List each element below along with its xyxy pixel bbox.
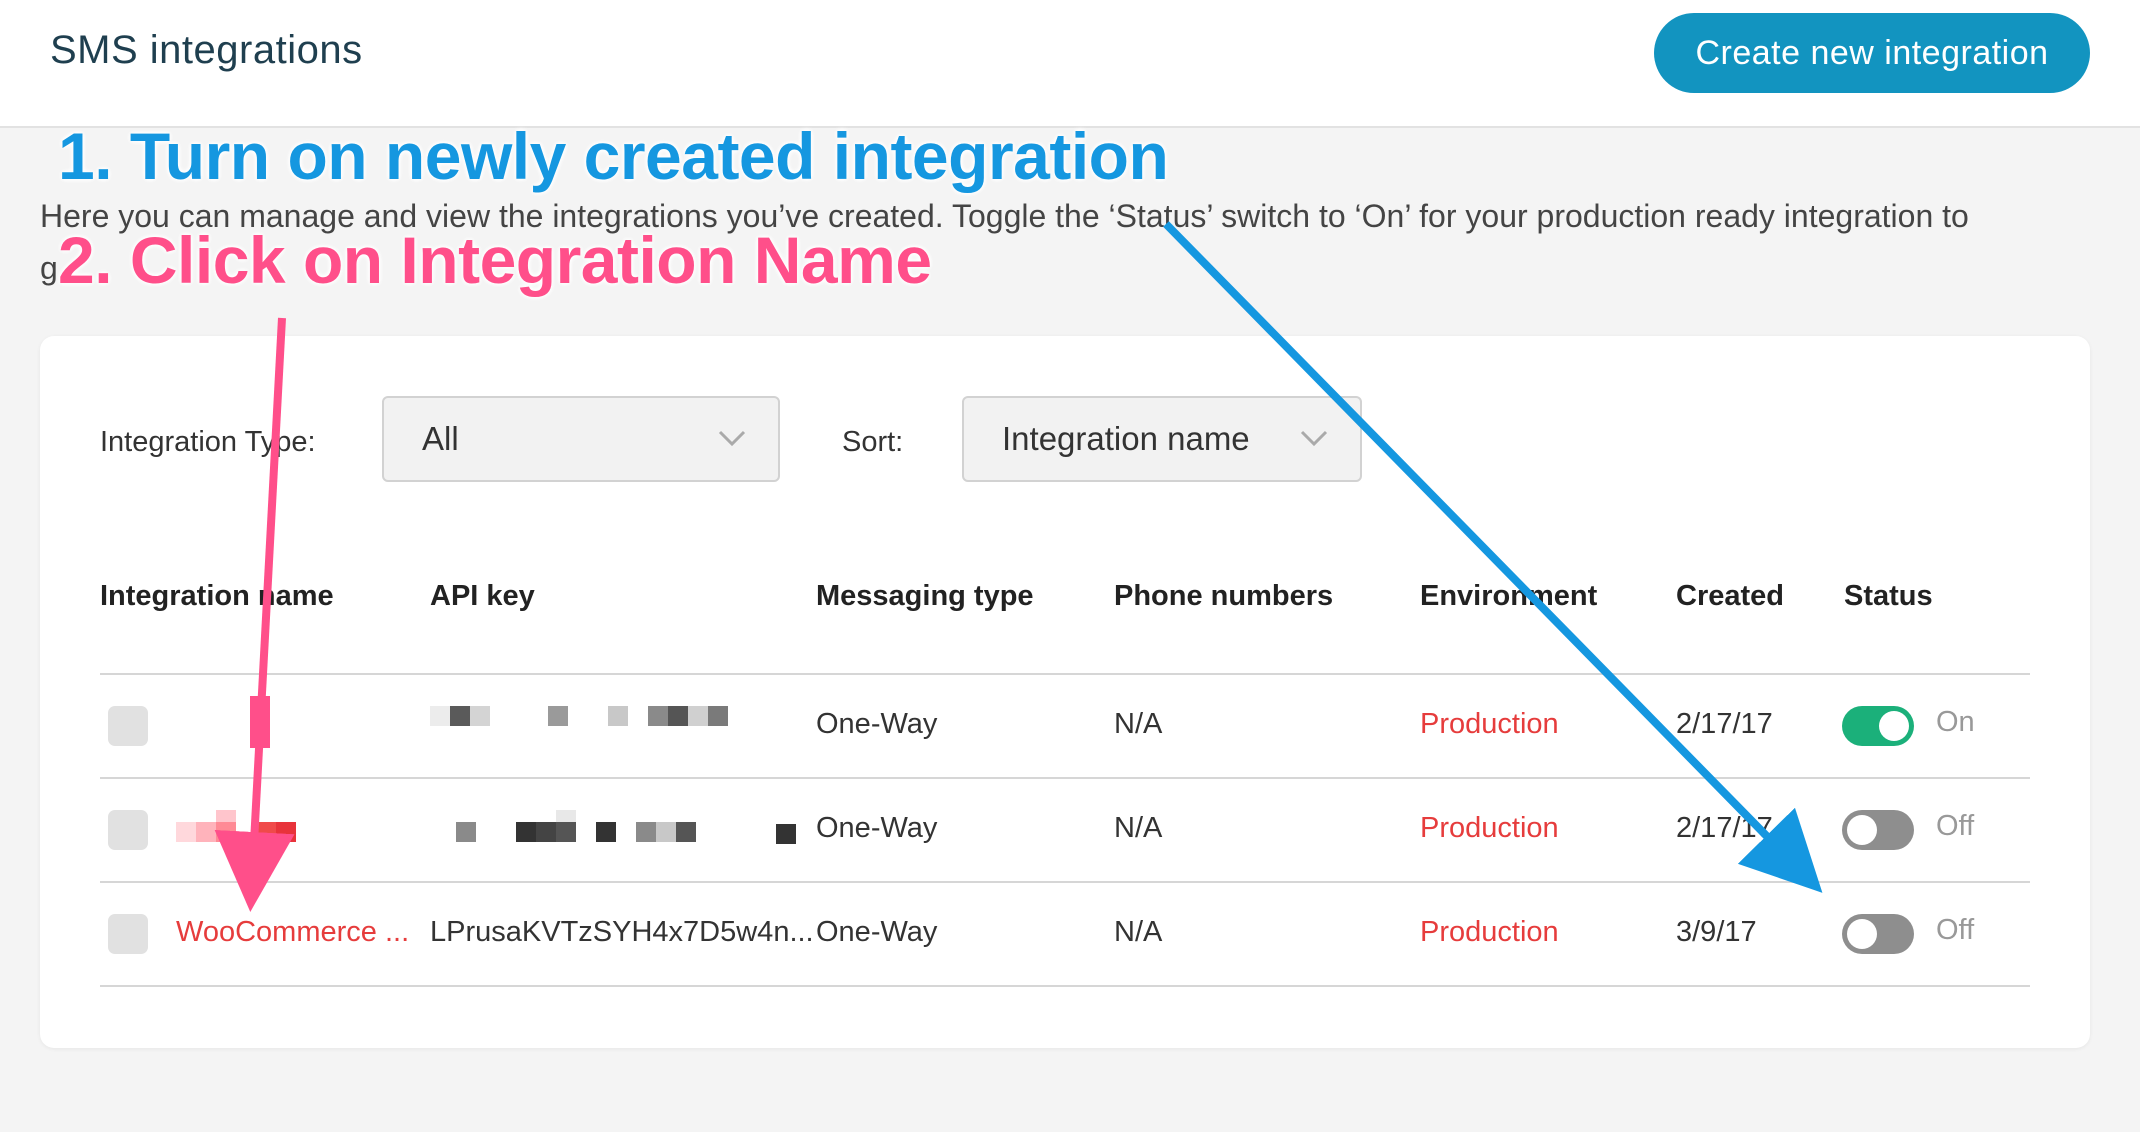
row-checkbox[interactable] (108, 706, 148, 746)
phone-numbers: N/A (1114, 708, 1163, 740)
created-date: 2/17/17 (1676, 708, 1773, 740)
sort-label: Sort: (842, 426, 904, 458)
status-toggle[interactable] (1842, 706, 1914, 746)
chevron-down-icon (1300, 430, 1328, 447)
api-key: LPrusaKVTzSYH4x7D5w4n... (430, 916, 814, 948)
messaging-type: One-Way (816, 812, 938, 844)
row-checkbox[interactable] (108, 914, 148, 954)
annotation-step-1: 1. Turn on newly created integration (58, 119, 1169, 193)
header-api-key: API key (430, 580, 535, 612)
top-header: SMS integrations Create new integration (0, 0, 2140, 128)
integration-name-redacted[interactable] (170, 700, 360, 750)
messaging-type: One-Way (816, 708, 938, 740)
environment: Production (1420, 916, 1559, 948)
api-key-redacted (456, 810, 796, 850)
header-status: Status (1844, 580, 1933, 612)
status-label: On (1936, 706, 1975, 738)
environment: Production (1420, 812, 1559, 844)
divider (100, 985, 2030, 987)
environment: Production (1420, 708, 1559, 740)
chevron-down-icon (718, 430, 746, 447)
phone-numbers: N/A (1114, 916, 1163, 948)
sort-value: Integration name (1002, 420, 1250, 457)
header-integration-name[interactable]: Integration name (100, 580, 334, 613)
header-created: Created (1676, 580, 1784, 612)
created-date: 3/9/17 (1676, 916, 1757, 948)
integration-type-label: Integration Type: (100, 426, 316, 458)
integration-type-select[interactable]: All (382, 396, 780, 482)
created-date: 2/17/17 (1676, 812, 1773, 844)
row-checkbox[interactable] (108, 810, 148, 850)
page-title: SMS integrations (50, 28, 363, 72)
sort-select[interactable]: Integration name (962, 396, 1362, 482)
annotation-step-2: 2. Click on Integration Name (58, 223, 932, 297)
header-environment: Environment (1420, 580, 1598, 612)
status-toggle[interactable] (1842, 914, 1914, 954)
status-label: Off (1936, 810, 1975, 842)
divider (100, 777, 2030, 779)
integration-type-value: All (422, 420, 459, 457)
status-toggle[interactable] (1842, 810, 1914, 850)
status-label: Off (1936, 914, 1975, 946)
api-key-redacted (430, 706, 770, 726)
phone-numbers: N/A (1114, 812, 1163, 844)
integration-name-link[interactable]: WooCommerce ... (176, 916, 409, 949)
header-phone-numbers: Phone numbers (1114, 580, 1334, 612)
create-new-integration-button[interactable]: Create new integration (1654, 13, 2090, 93)
messaging-type: One-Way (816, 916, 938, 948)
divider (100, 673, 2030, 675)
integrations-card: Integration Type: All Sort: Integration … (40, 336, 2090, 1048)
divider (100, 881, 2030, 883)
integration-name-redacted[interactable] (176, 810, 316, 850)
header-messaging-type: Messaging type (816, 580, 1034, 612)
